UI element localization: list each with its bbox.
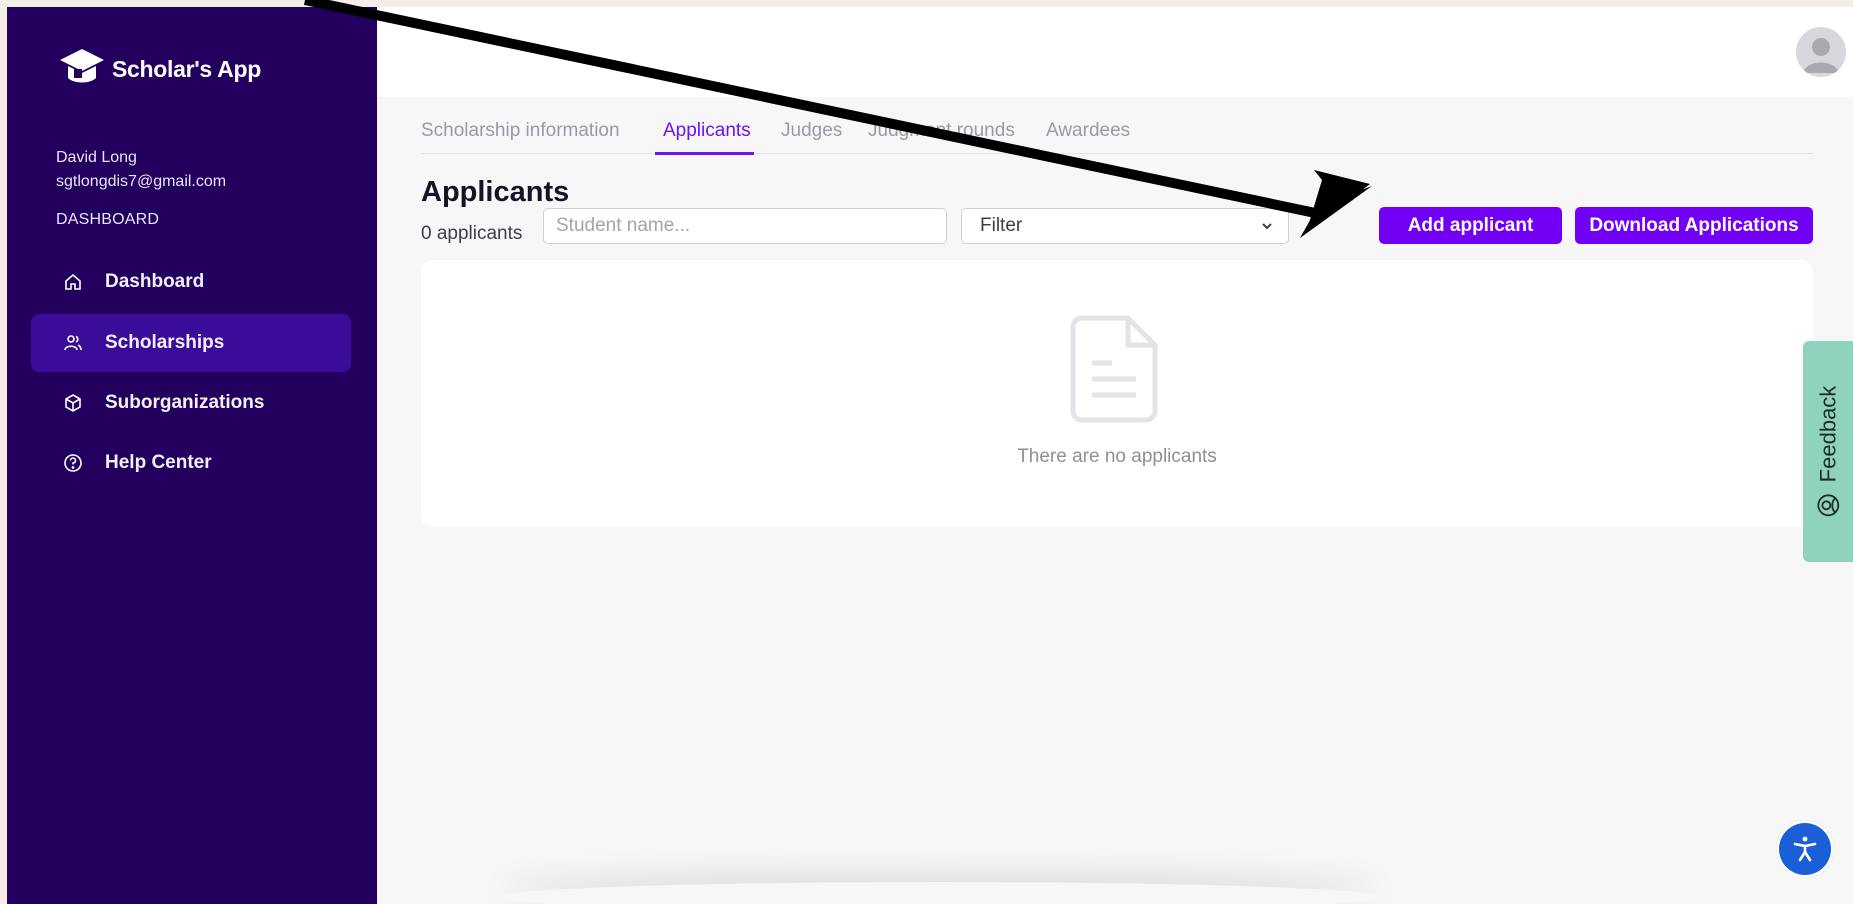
tab-scholarship-information[interactable]: Scholarship information — [421, 120, 620, 142]
tab-judgment-rounds[interactable]: Judgment rounds — [868, 120, 1015, 142]
document-icon — [1070, 315, 1158, 423]
sidebar-item-label: Suborganizations — [105, 392, 265, 413]
download-applications-button[interactable]: Download Applications — [1575, 207, 1813, 244]
user-email: sgtlongdis7@gmail.com — [56, 173, 227, 190]
top-bar — [377, 7, 1853, 97]
tab-applicants[interactable]: Applicants — [663, 120, 751, 142]
home-icon — [65, 273, 81, 290]
applicant-count: 0 applicants — [421, 223, 523, 244]
user-avatar-icon — [1803, 38, 1839, 73]
chevron-down-icon — [1262, 223, 1272, 230]
help-circle-icon — [64, 454, 82, 472]
sidebar-item-dashboard[interactable]: Dashboard — [31, 253, 351, 311]
cube-icon — [65, 394, 81, 412]
feedback-tab[interactable]: Feedback — [1803, 341, 1853, 562]
graduation-cap-icon — [60, 49, 104, 83]
filter-label: Filter — [980, 215, 1023, 236]
empty-state-text: There are no applicants — [1017, 446, 1217, 467]
sidebar-item-label: Dashboard — [105, 271, 205, 292]
student-search-input[interactable] — [543, 208, 947, 244]
page-title: Applicants — [421, 176, 570, 208]
accessibility-icon — [1793, 836, 1817, 862]
users-icon — [64, 335, 82, 351]
add-applicant-button[interactable]: Add applicant — [1379, 207, 1562, 244]
sidebar-item-help-center[interactable]: Help Center — [31, 434, 351, 492]
feedback-icon — [1817, 493, 1839, 516]
active-tab-indicator — [655, 152, 754, 155]
user-name: David Long — [56, 149, 137, 166]
accessibility-button[interactable] — [1776, 820, 1834, 878]
tab-judges[interactable]: Judges — [781, 120, 842, 142]
bottom-shadow — [500, 882, 1380, 904]
tab-bar: Scholarship information Applicants Judge… — [421, 112, 1813, 154]
app-name: Scholar's App — [112, 55, 261, 82]
sidebar-section-label: DASHBOARD — [56, 211, 160, 228]
filter-select[interactable]: Filter — [961, 208, 1289, 244]
sidebar-item-label: Help Center — [105, 452, 212, 473]
tab-awardees[interactable]: Awardees — [1046, 120, 1130, 142]
sidebar-item-label: Scholarships — [105, 332, 225, 353]
avatar[interactable] — [1796, 27, 1846, 77]
sidebar-item-scholarships[interactable]: Scholarships — [31, 314, 351, 372]
feedback-label: Feedback — [1815, 385, 1840, 482]
sidebar-item-suborganizations[interactable]: Suborganizations — [31, 374, 351, 432]
sidebar: Scholar's App David Long sgtlongdis7@gma… — [7, 7, 377, 904]
brand[interactable]: Scholar's App — [58, 47, 261, 91]
